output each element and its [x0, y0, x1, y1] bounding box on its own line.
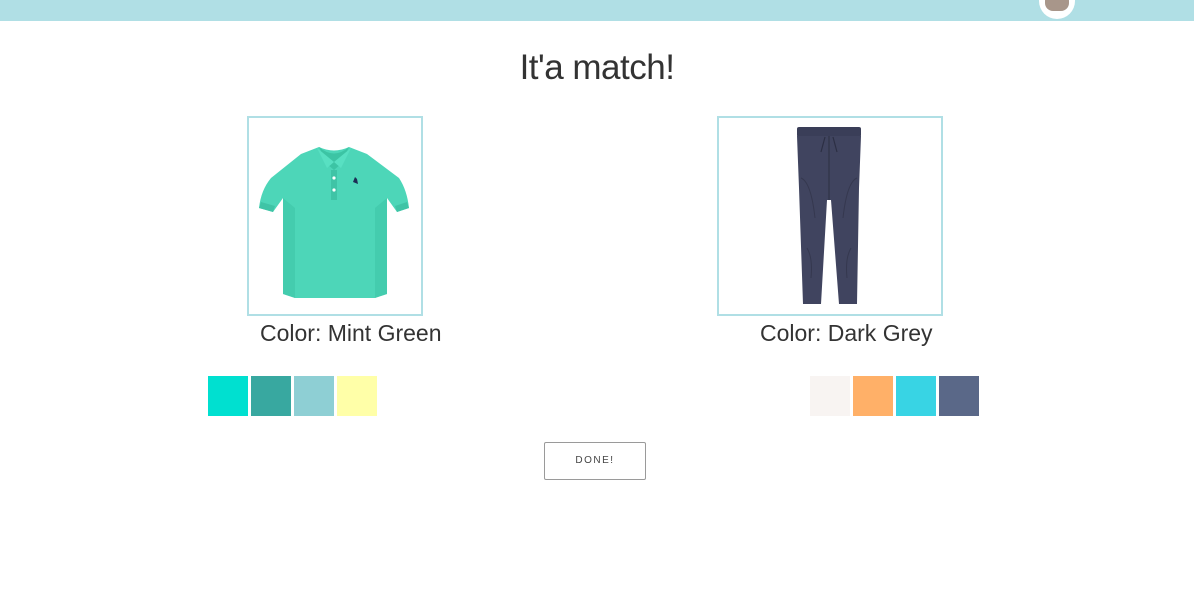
top-palette-swatch-3[interactable]: [294, 376, 334, 416]
cat-avatar-icon[interactable]: [1039, 0, 1075, 19]
top-product-frame[interactable]: [247, 116, 423, 316]
bottom-product-frame[interactable]: [717, 116, 943, 316]
bottom-color-label: Color: Dark Grey: [760, 320, 933, 346]
bottom-palette-swatch-2[interactable]: [853, 376, 893, 416]
cat-icon: [1045, 0, 1069, 11]
page-title: It'a match!: [519, 48, 675, 87]
done-button[interactable]: DONE!: [544, 442, 646, 480]
bottom-palette-swatch-4[interactable]: [939, 376, 979, 416]
top-palette-swatch-2[interactable]: [251, 376, 291, 416]
bottom-palette-swatch-3[interactable]: [896, 376, 936, 416]
pants-image: [797, 127, 861, 304]
bottom-palette-swatch-1[interactable]: [810, 376, 850, 416]
top-palette-swatch-1[interactable]: [208, 376, 248, 416]
polo-shirt-image: [259, 147, 409, 298]
top-palette-swatch-4[interactable]: [337, 376, 377, 416]
top-bar: [0, 0, 1194, 21]
top-color-label: Color: Mint Green: [260, 320, 442, 346]
